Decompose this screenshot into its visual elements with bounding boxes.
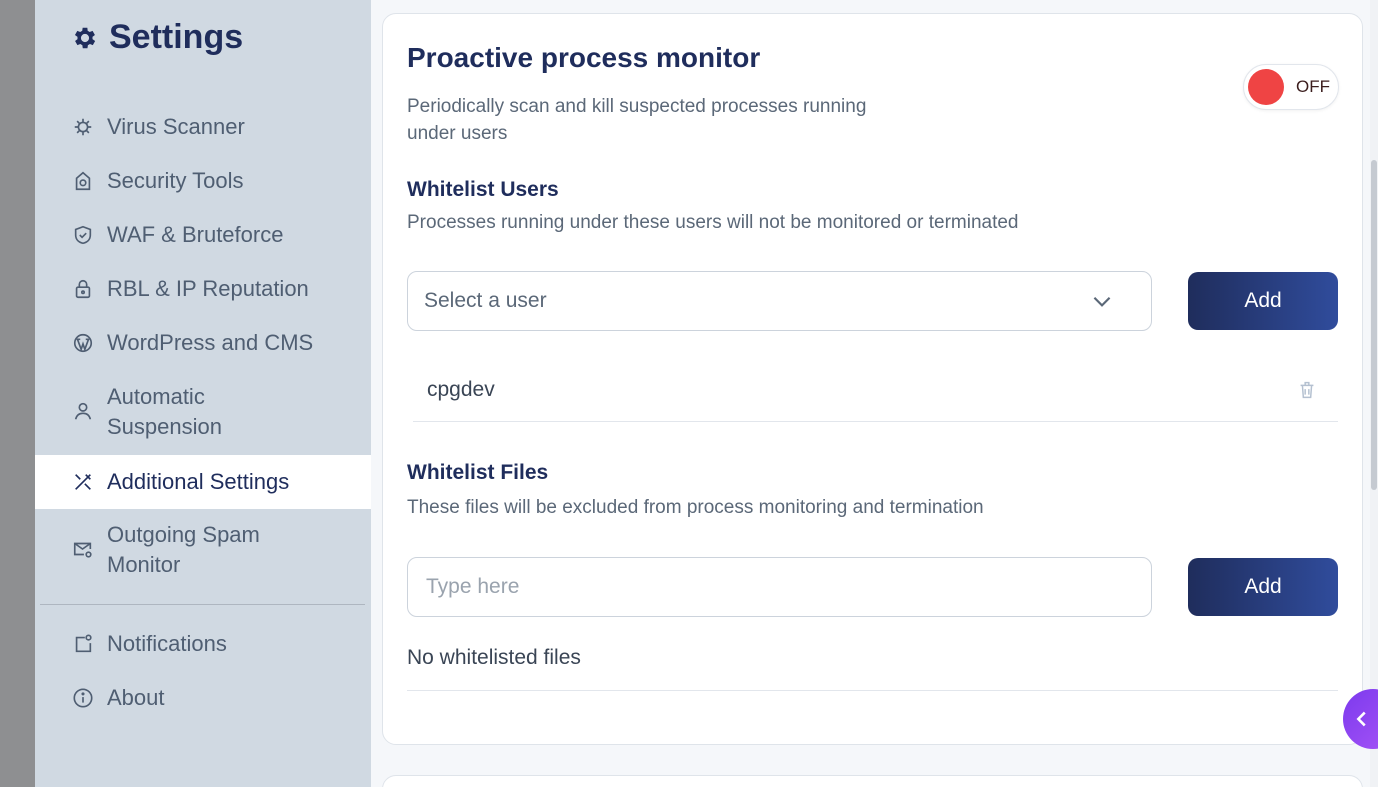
sidebar-item-waf-bruteforce[interactable]: WAF & Bruteforce [35,220,371,250]
whitelist-users-title: Whitelist Users [407,178,559,201]
user-select[interactable]: Select a user [407,271,1152,331]
shield-icon [71,223,95,247]
sidebar-title-text: Settings [109,18,244,56]
user-icon [71,399,95,423]
sidebar-item-label: About [107,685,165,710]
sidebar-divider [40,604,365,605]
file-path-input[interactable] [407,557,1152,617]
tools-icon [71,470,95,494]
sidebar-item-additional-settings[interactable]: Additional Settings [35,455,371,509]
whitelist-files-title: Whitelist Files [407,461,549,484]
whitelisted-user-row: cpgdev [413,359,1338,422]
sidebar-item-rbl-ip-reputation[interactable]: RBL & IP Reputation [35,274,371,304]
whitelist-files-description: These files will be excluded from proces… [407,497,984,518]
notification-icon [71,632,95,656]
monitor-toggle[interactable]: OFF [1243,64,1339,110]
security-icon [71,169,95,193]
sidebar: Settings Virus Scanner Security Tools WA… [35,0,371,787]
sidebar-item-label: Virus Scanner [107,114,245,139]
whitelist-users-description: Processes running under these users will… [407,212,1019,233]
sidebar-item-label: Outgoing Spam Monitor [107,522,260,577]
sidebar-item-automatic-suspension[interactable]: Automatic Suspension [35,382,371,442]
trash-icon[interactable] [1296,379,1318,401]
sidebar-item-label: Security Tools [107,168,244,193]
sidebar-item-wordpress-cms[interactable]: WordPress and CMS [35,328,371,358]
empty-files-message: No whitelisted files [407,646,1338,691]
sidebar-item-outgoing-spam-monitor[interactable]: Outgoing Spam Monitor [35,520,371,580]
section-title: Proactive process monitor [407,42,761,73]
section-description: Periodically scan and kill suspected pro… [407,96,867,144]
gear-icon [74,27,96,48]
wordpress-icon [71,331,95,355]
sidebar-item-label: Notifications [107,631,227,656]
virus-icon [71,115,95,139]
user-select-placeholder: Select a user [424,289,547,312]
scrollbar[interactable] [1370,0,1378,787]
whitelisted-user-name: cpgdev [427,378,495,401]
sidebar-item-label: Additional Settings [107,469,290,494]
process-monitor-card: Proactive process monitor Periodically s… [382,13,1363,745]
add-file-button[interactable]: Add [1188,558,1338,616]
sidebar-item-label: WordPress and CMS [107,330,314,355]
toggle-label: OFF [1296,77,1330,96]
chevron-down-icon [1093,296,1111,307]
info-icon [71,686,95,710]
sidebar-item-label: WAF & Bruteforce [107,222,284,247]
toggle-knob [1248,69,1284,105]
next-card [382,775,1363,787]
mail-icon [71,537,95,561]
sidebar-item-notifications[interactable]: Notifications [35,629,371,659]
lock-icon [71,277,95,301]
sidebar-title: Settings [71,18,243,57]
sidebar-item-label: RBL & IP Reputation [107,276,309,301]
sidebar-item-virus-scanner[interactable]: Virus Scanner [35,112,371,142]
scrollbar-thumb[interactable] [1371,160,1377,490]
sidebar-item-security-tools[interactable]: Security Tools [35,166,371,196]
sidebar-item-label: Automatic Suspension [107,384,222,439]
chevron-left-icon [1356,711,1366,727]
window-edge [0,0,35,787]
sidebar-item-about[interactable]: About [35,683,371,713]
add-user-button[interactable]: Add [1188,272,1338,330]
